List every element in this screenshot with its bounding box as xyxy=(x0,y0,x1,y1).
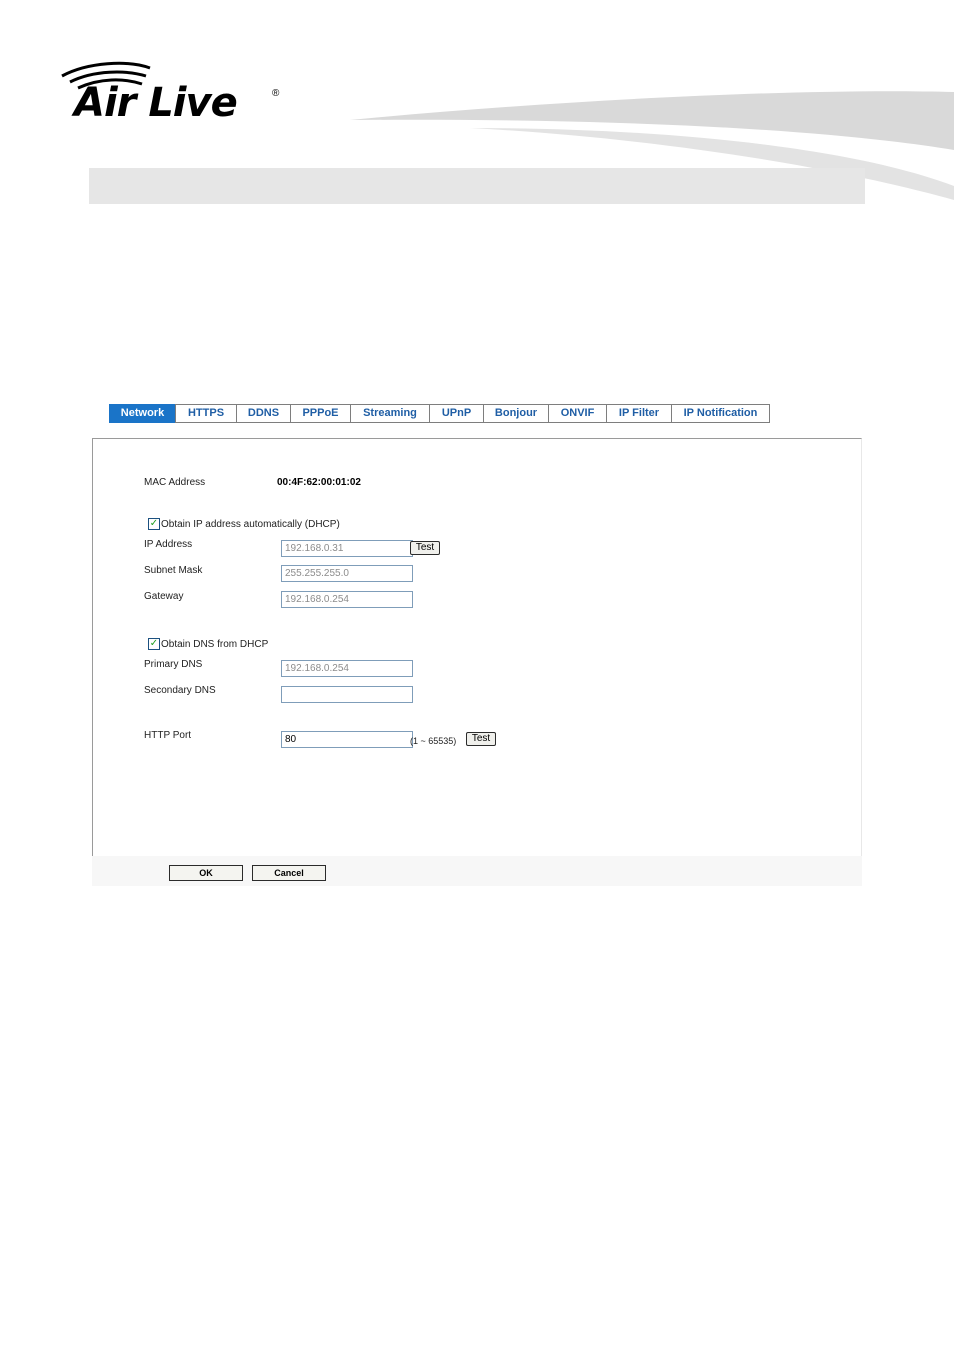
mac-address-value: 00:4F:62:00:01:02 xyxy=(277,477,361,488)
tab-ip-filter[interactable]: IP Filter xyxy=(606,404,672,423)
http-port-input[interactable] xyxy=(281,731,413,748)
http-port-range-hint: (1 ~ 65535) xyxy=(410,736,457,746)
ip-test-button[interactable]: Test xyxy=(410,541,440,555)
ok-button[interactable]: OK xyxy=(169,865,243,881)
primary-dns-label: Primary DNS xyxy=(144,659,203,670)
tab-onvif[interactable]: ONVIF xyxy=(548,404,607,423)
logo-text: Air Live xyxy=(74,80,238,126)
http-port-test-button[interactable]: Test xyxy=(466,732,496,746)
header-bar xyxy=(89,168,865,204)
primary-dns-input[interactable] xyxy=(281,660,413,677)
dhcp-checkbox-label: Obtain IP address automatically (DHCP) xyxy=(161,519,340,530)
tab-ddns[interactable]: DDNS xyxy=(236,404,291,423)
mac-address-label: MAC Address xyxy=(144,477,206,488)
registered-mark: ® xyxy=(272,88,280,99)
tab-ip-notification[interactable]: IP Notification xyxy=(671,404,770,423)
tab-upnp[interactable]: UPnP xyxy=(429,404,484,423)
subnet-mask-input[interactable] xyxy=(281,565,413,582)
tab-bonjour[interactable]: Bonjour xyxy=(483,404,549,423)
secondary-dns-label: Secondary DNS xyxy=(144,685,216,696)
tab-network[interactable]: Network xyxy=(109,404,176,423)
dns-dhcp-checkbox[interactable]: ✓ xyxy=(148,638,160,650)
subnet-mask-label: Subnet Mask xyxy=(144,565,203,576)
gateway-label: Gateway xyxy=(144,591,184,602)
ip-address-input[interactable] xyxy=(281,540,413,557)
http-port-label: HTTP Port xyxy=(144,730,192,741)
tab-https[interactable]: HTTPS xyxy=(175,404,237,423)
dhcp-checkbox[interactable]: ✓ xyxy=(148,518,160,530)
airlive-logo: Air Live ® xyxy=(58,60,288,130)
tab-streaming[interactable]: Streaming xyxy=(350,404,430,423)
ip-address-label: IP Address xyxy=(144,539,193,550)
secondary-dns-input[interactable] xyxy=(281,686,413,703)
dns-dhcp-checkbox-label: Obtain DNS from DHCP xyxy=(161,639,269,650)
cancel-button[interactable]: Cancel xyxy=(252,865,326,881)
settings-tab-bar: Network HTTPS DDNS PPPoE Streaming UPnP … xyxy=(109,404,770,423)
gateway-input[interactable] xyxy=(281,591,413,608)
tab-pppoe[interactable]: PPPoE xyxy=(290,404,351,423)
